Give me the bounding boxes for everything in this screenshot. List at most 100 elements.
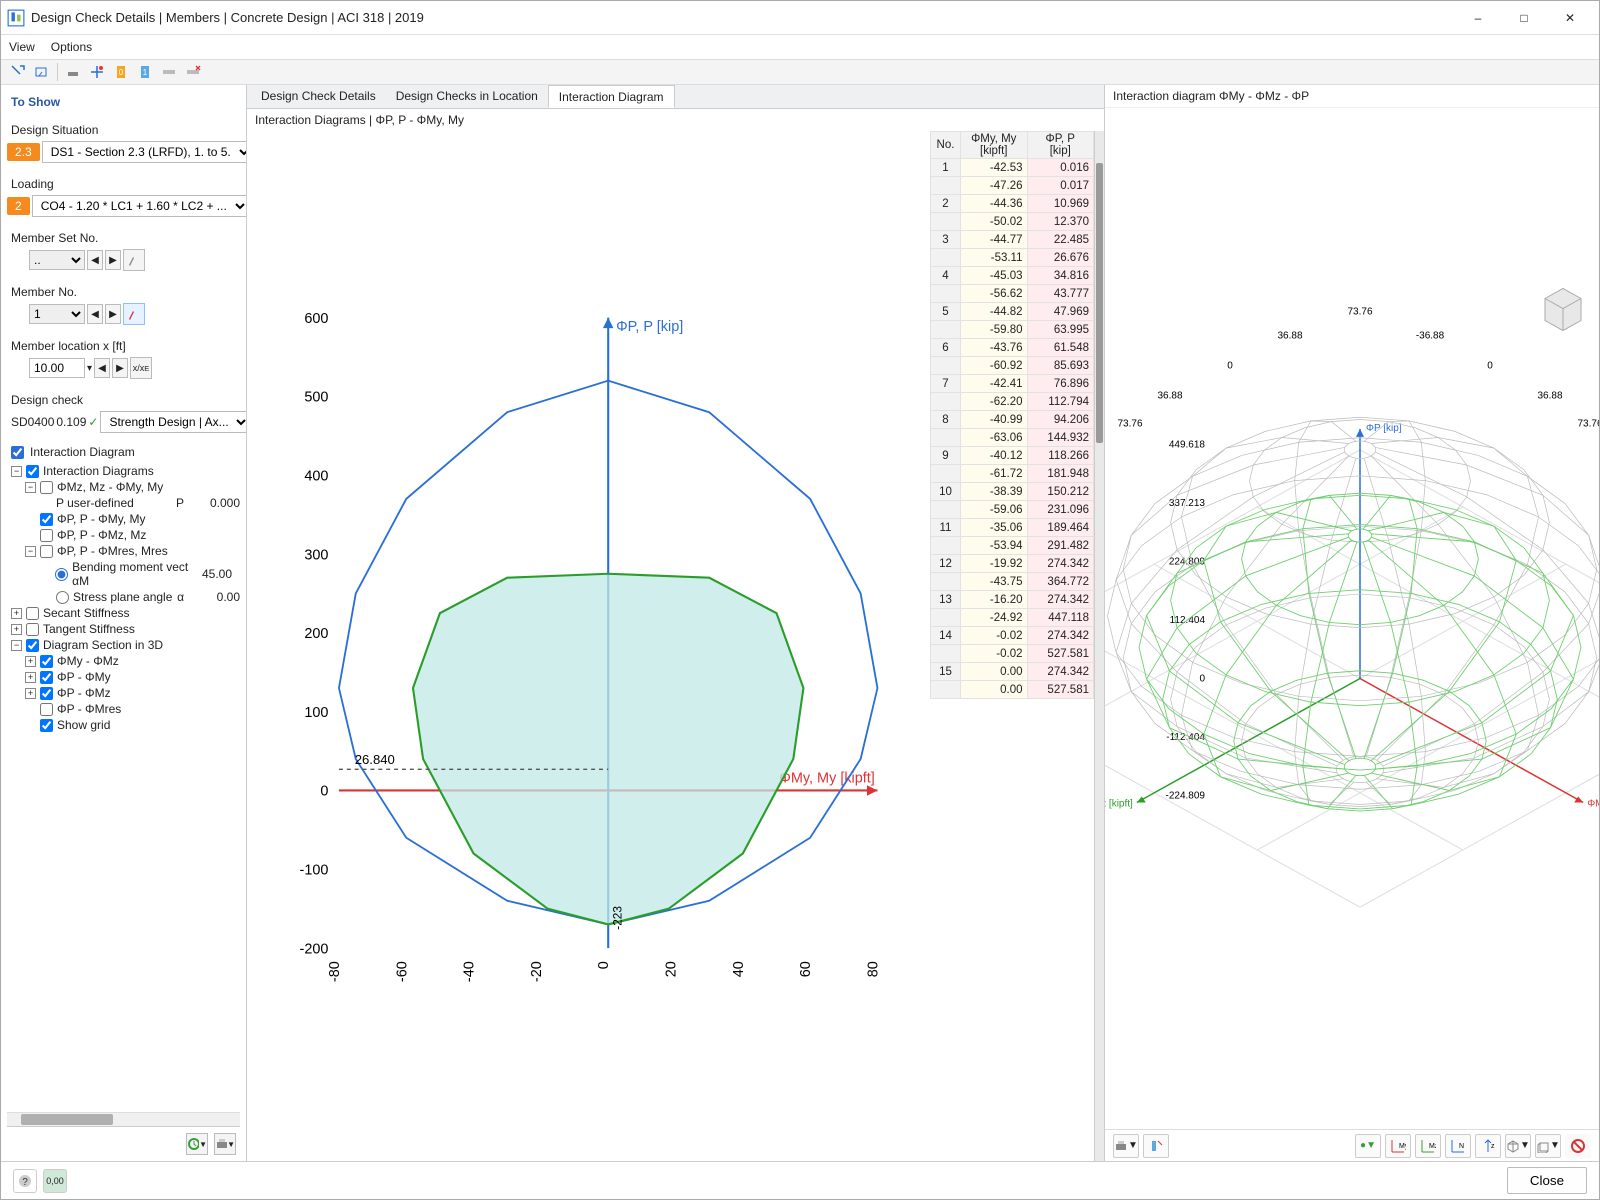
- close-button[interactable]: Close: [1507, 1167, 1587, 1194]
- exp-8[interactable]: +: [25, 672, 36, 683]
- menu-view[interactable]: View: [9, 40, 35, 54]
- table-row[interactable]: -50.0212.370: [931, 213, 1094, 231]
- table-row[interactable]: 14-0.02274.342: [931, 627, 1094, 645]
- tab-interaction[interactable]: Interaction Diagram: [548, 85, 675, 108]
- member-select[interactable]: 1: [29, 304, 85, 324]
- table-row[interactable]: -53.94291.482: [931, 537, 1094, 555]
- table-row[interactable]: -47.260.017: [931, 177, 1094, 195]
- r-member-icon[interactable]: [1143, 1134, 1169, 1158]
- chk-3d-my-mz[interactable]: [40, 655, 53, 668]
- member-next[interactable]: ▶: [105, 304, 121, 324]
- exp-1[interactable]: −: [11, 466, 22, 477]
- radio-stress-plane[interactable]: [56, 591, 69, 604]
- footer-help-icon[interactable]: ?: [13, 1169, 37, 1193]
- table-row[interactable]: 1-42.530.016: [931, 159, 1094, 177]
- chk-showgrid[interactable]: [40, 719, 53, 732]
- chk-3d-pp-mz[interactable]: [40, 687, 53, 700]
- chk-secant[interactable]: [26, 607, 39, 620]
- table-row[interactable]: 7-42.4176.896: [931, 375, 1094, 393]
- table-row[interactable]: -56.6243.777: [931, 285, 1094, 303]
- tab-location[interactable]: Design Checks in Location: [386, 85, 548, 108]
- table-vscroll[interactable]: [1094, 131, 1104, 1161]
- table-row[interactable]: 10-38.39150.212: [931, 483, 1094, 501]
- toolbar-btn-8[interactable]: [182, 61, 204, 83]
- r-axis-mz-icon[interactable]: Mz: [1415, 1134, 1441, 1158]
- loading-select[interactable]: CO4 - 1.20 * LC1 + 1.60 * LC2 + ...: [32, 195, 247, 217]
- footer-units-icon[interactable]: 0,00: [43, 1169, 67, 1193]
- chk-3d-pp-my[interactable]: [40, 671, 53, 684]
- memberset-select[interactable]: ..: [29, 250, 85, 270]
- chk-pp-mres[interactable]: [40, 545, 53, 558]
- table-row[interactable]: -43.75364.772: [931, 573, 1094, 591]
- table-row[interactable]: 9-40.12118.266: [931, 447, 1094, 465]
- chk-my-mz[interactable]: [40, 481, 53, 494]
- r-view-icon[interactable]: ●▼: [1355, 1134, 1381, 1158]
- member-prev[interactable]: ◀: [87, 304, 103, 324]
- table-row[interactable]: -24.92447.118: [931, 609, 1094, 627]
- table-row[interactable]: 2-44.3610.969: [931, 195, 1094, 213]
- table-row[interactable]: 3-44.7722.485: [931, 231, 1094, 249]
- exp-2[interactable]: −: [25, 482, 36, 493]
- table-row[interactable]: -62.20112.794: [931, 393, 1094, 411]
- toolbar-btn-7[interactable]: [158, 61, 180, 83]
- table-row[interactable]: -0.02527.581: [931, 645, 1094, 663]
- table-row[interactable]: -61.72181.948: [931, 465, 1094, 483]
- toolbar-btn-4[interactable]: [86, 61, 108, 83]
- r-axis-n-icon[interactable]: N: [1445, 1134, 1471, 1158]
- toolbar-btn-5[interactable]: 0: [110, 61, 132, 83]
- designchk-select[interactable]: Strength Design | Ax...: [100, 411, 247, 433]
- chk-3d-pp-mres[interactable]: [40, 703, 53, 716]
- exp-3[interactable]: −: [25, 546, 36, 557]
- table-row[interactable]: -63.06144.932: [931, 429, 1094, 447]
- table-row[interactable]: 8-40.9994.206: [931, 411, 1094, 429]
- exp-9[interactable]: +: [25, 688, 36, 699]
- r-axis-my-icon[interactable]: My: [1385, 1134, 1411, 1158]
- chk-3d[interactable]: [26, 639, 39, 652]
- minimize-button[interactable]: –: [1455, 3, 1501, 33]
- toolbar-btn-6[interactable]: 1: [134, 61, 156, 83]
- location-x-xe[interactable]: x/xE: [130, 357, 152, 379]
- table-row[interactable]: 150.00274.342: [931, 663, 1094, 681]
- chk-tangent[interactable]: [26, 623, 39, 636]
- r-reset-icon[interactable]: [1565, 1134, 1591, 1158]
- chk-interaction-diagrams[interactable]: [26, 465, 39, 478]
- menu-options[interactable]: Options: [51, 40, 92, 54]
- r-axis-z-icon[interactable]: z: [1475, 1134, 1501, 1158]
- r-print-icon[interactable]: ▼: [1113, 1134, 1139, 1158]
- table-row[interactable]: 11-35.06189.464: [931, 519, 1094, 537]
- table-row[interactable]: -59.06231.096: [931, 501, 1094, 519]
- location-prev[interactable]: ◀: [94, 358, 110, 378]
- table-row[interactable]: 12-19.92274.342: [931, 555, 1094, 573]
- memberset-pick-icon[interactable]: [123, 249, 145, 271]
- table-row[interactable]: 4-45.0334.816: [931, 267, 1094, 285]
- close-window-button[interactable]: ✕: [1547, 3, 1593, 33]
- table-row[interactable]: -60.9285.693: [931, 357, 1094, 375]
- toolbar-btn-2[interactable]: [31, 61, 53, 83]
- table-row[interactable]: -53.1126.676: [931, 249, 1094, 267]
- table-row[interactable]: 0.00527.581: [931, 681, 1094, 699]
- memberset-prev[interactable]: ◀: [87, 250, 103, 270]
- location-input[interactable]: [29, 358, 85, 378]
- location-dd[interactable]: ▾: [87, 363, 92, 374]
- r-cube-icon[interactable]: ▼: [1535, 1134, 1561, 1158]
- member-pick-icon[interactable]: [123, 303, 145, 325]
- exp-6[interactable]: −: [11, 640, 22, 651]
- left-btn-1[interactable]: ▼: [186, 1133, 208, 1155]
- left-btn-print[interactable]: ▼: [214, 1133, 236, 1155]
- chk-pp-mz[interactable]: [40, 529, 53, 542]
- table-row[interactable]: -59.8063.995: [931, 321, 1094, 339]
- maximize-button[interactable]: □: [1501, 3, 1547, 33]
- exp-5[interactable]: +: [11, 624, 22, 635]
- exp-4[interactable]: +: [11, 608, 22, 619]
- tab-details[interactable]: Design Check Details: [251, 85, 386, 108]
- location-next[interactable]: ▶: [112, 358, 128, 378]
- exp-7[interactable]: +: [25, 656, 36, 667]
- table-row[interactable]: 6-43.7661.548: [931, 339, 1094, 357]
- situation-select[interactable]: DS1 - Section 2.3 (LRFD), 1. to 5.: [42, 141, 247, 163]
- table-row[interactable]: 13-16.20274.342: [931, 591, 1094, 609]
- memberset-next[interactable]: ▶: [105, 250, 121, 270]
- toolbar-btn-1[interactable]: [7, 61, 29, 83]
- toolbar-btn-3[interactable]: [62, 61, 84, 83]
- table-row[interactable]: 5-44.8247.969: [931, 303, 1094, 321]
- r-iso-icon[interactable]: ▼: [1505, 1134, 1531, 1158]
